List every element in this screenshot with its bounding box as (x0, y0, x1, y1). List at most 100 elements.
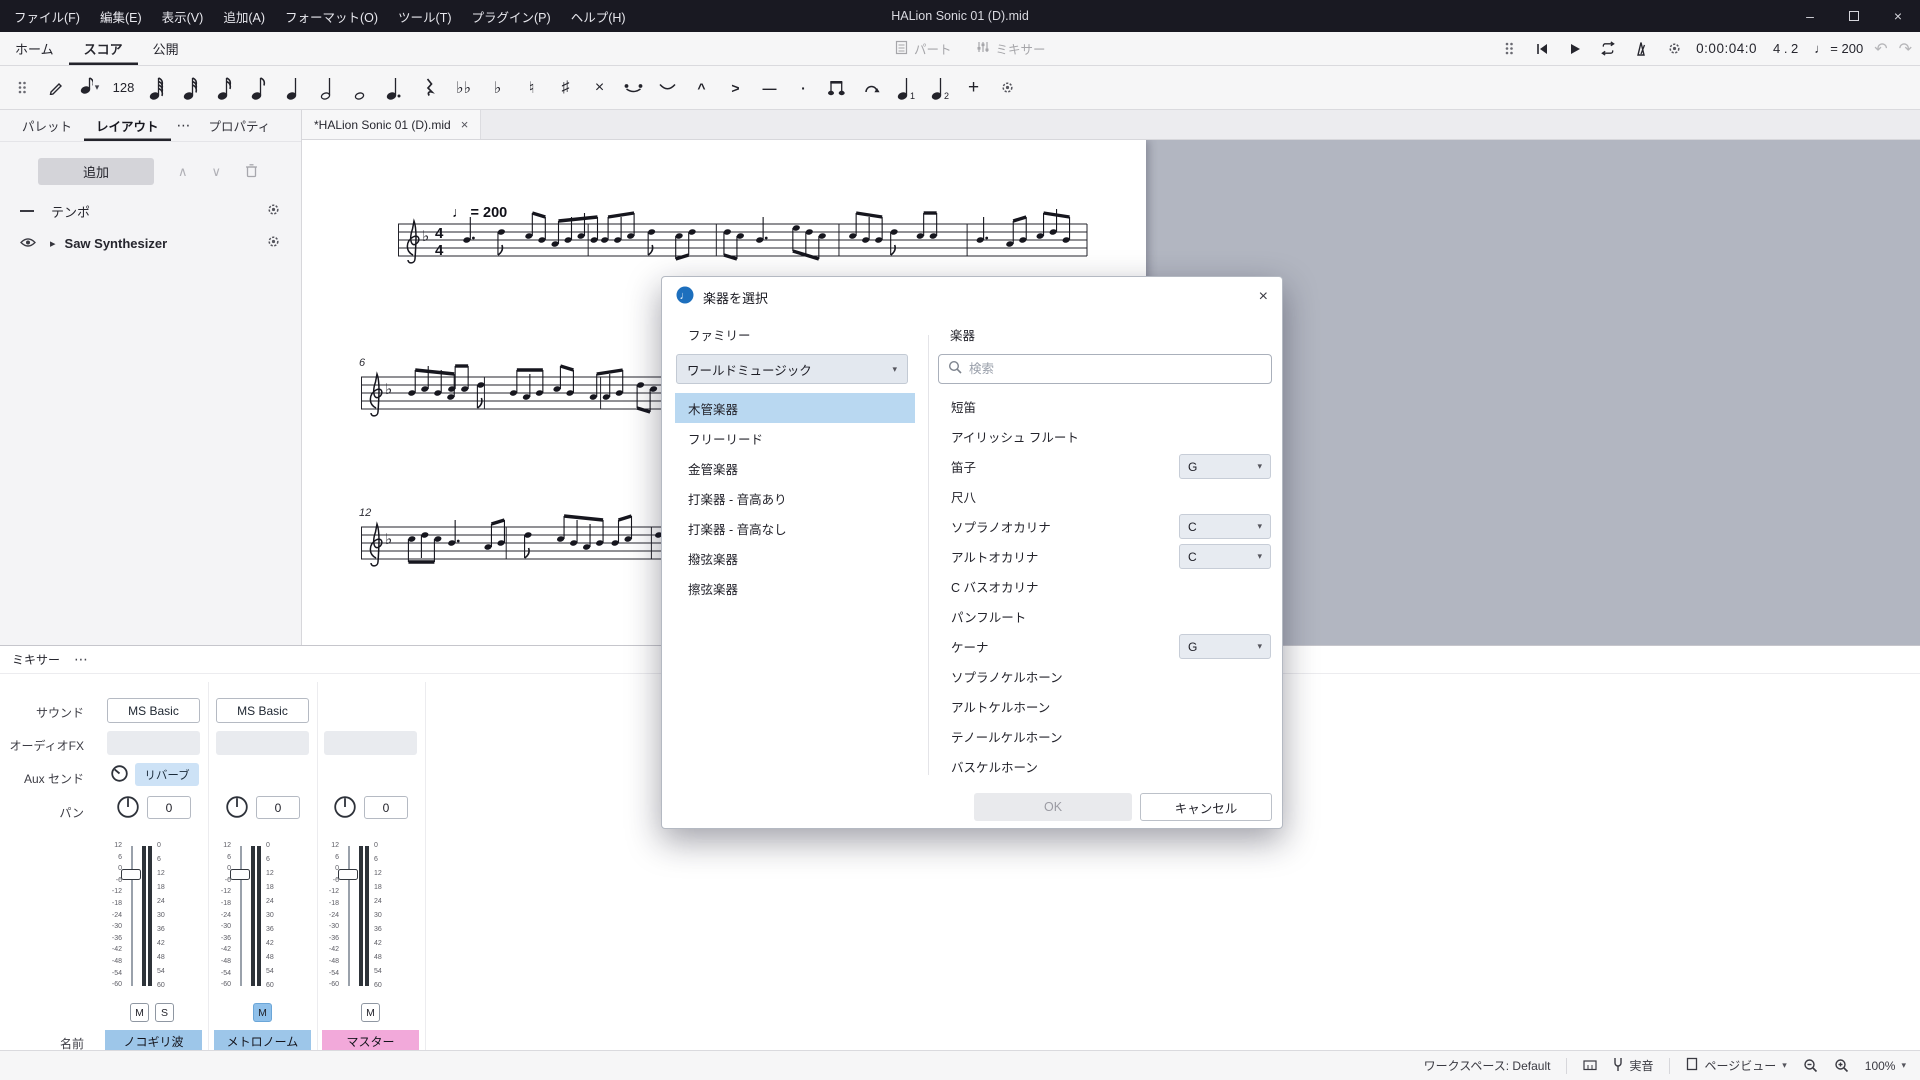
tie-button[interactable] (620, 73, 647, 103)
menu-item[interactable]: 追加(A) (213, 0, 275, 32)
volume-fader-handle[interactable] (121, 869, 141, 880)
aux-send-button[interactable]: リバーブ (135, 763, 199, 786)
menu-item[interactable]: ツール(T) (388, 0, 461, 32)
augmentation-dot-button[interactable] (382, 73, 409, 103)
duration-quarter-button[interactable] (280, 73, 307, 103)
document-tab[interactable]: *HALion Sonic 01 (D).mid × (302, 110, 481, 139)
duration-half-button[interactable] (314, 73, 341, 103)
volume-fader-handle[interactable] (338, 869, 358, 880)
instrument-item[interactable]: アルトケルホーン (938, 691, 1272, 721)
duration-128th-button[interactable]: 128 (110, 73, 137, 103)
pan-value-field[interactable]: 0 (147, 796, 191, 819)
add-layout-button[interactable]: 追加 (38, 158, 154, 185)
duration-whole-button[interactable] (348, 73, 375, 103)
rest-button[interactable] (416, 73, 443, 103)
toolbar-drag-handle[interactable] (1498, 38, 1520, 60)
pan-value-field[interactable]: 0 (256, 796, 300, 819)
tab-palette[interactable]: パレット (10, 110, 84, 141)
channel-name-tag[interactable]: メトロノーム (214, 1030, 311, 1052)
panel-more-button[interactable]: ⋯ (171, 110, 197, 141)
tab-close-icon[interactable]: × (461, 117, 469, 132)
close-button[interactable]: × (1876, 0, 1920, 32)
family-item[interactable]: 木管楽器 (675, 393, 915, 423)
audio-fx-field[interactable] (216, 731, 309, 755)
tab-layout[interactable]: レイアウト (84, 110, 171, 141)
play-button[interactable] (1564, 38, 1586, 60)
aux-send-knob[interactable] (110, 764, 129, 788)
minimize-button[interactable]: – (1788, 0, 1832, 32)
menu-item[interactable]: プラグイン(P) (462, 0, 561, 32)
flat-button[interactable]: ♭ (484, 73, 511, 103)
marcato-button[interactable]: ^ (688, 73, 715, 103)
tab-home[interactable]: ホーム (0, 32, 69, 65)
family-item[interactable]: フリーリード (675, 423, 915, 453)
pan-value-field[interactable]: 0 (364, 796, 408, 819)
menu-item[interactable]: 表示(V) (152, 0, 214, 32)
tempo-display[interactable]: ♩= 200 (1814, 41, 1863, 56)
layout-item-instrument[interactable]: ▸ Saw Synthesizer (0, 227, 301, 259)
family-item[interactable]: 撥弦楽器 (675, 543, 915, 573)
search-input[interactable] (969, 362, 1262, 376)
instrument-item[interactable]: パンフルート (938, 601, 1272, 631)
settings-gear-icon[interactable] (266, 234, 281, 252)
staccato-button[interactable]: · (790, 73, 817, 103)
volume-fader-track[interactable] (240, 846, 242, 986)
mixer-toggle-button[interactable]: ミキサー (976, 39, 1046, 58)
zoom-out-button[interactable] (1803, 1058, 1818, 1073)
move-up-button[interactable]: ∧ (178, 164, 188, 180)
sharp-button[interactable]: ♯ (552, 73, 579, 103)
volume-fader-handle[interactable] (230, 869, 250, 880)
duration-64th-button[interactable] (144, 73, 171, 103)
ok-button[interactable]: OK (974, 793, 1132, 821)
delete-button[interactable] (245, 163, 258, 181)
instrument-item[interactable]: ケーナG▾ (938, 631, 1272, 661)
tab-properties[interactable]: プロパティ (197, 110, 283, 141)
volume-fader-track[interactable] (348, 846, 350, 986)
voice-2-button[interactable]: 2 (926, 73, 953, 103)
transposition-select[interactable]: C▾ (1179, 544, 1271, 569)
slur-button[interactable] (654, 73, 681, 103)
duration-32nd-button[interactable] (178, 73, 205, 103)
family-item[interactable]: 打楽器 - 音高あり (675, 483, 915, 513)
sound-select-button[interactable]: MS Basic (216, 698, 309, 723)
menu-item[interactable]: ヘルプ(H) (561, 0, 636, 32)
instrument-item[interactable]: アイリッシュ フルート (938, 421, 1272, 451)
maximize-button[interactable] (1832, 0, 1876, 32)
note-input-mode-button[interactable]: ▾ (76, 73, 103, 103)
instrument-item[interactable]: 笛子G▾ (938, 451, 1272, 481)
move-down-button[interactable]: ∨ (212, 164, 222, 180)
sound-select-button[interactable]: MS Basic (107, 698, 200, 723)
zoom-in-button[interactable] (1834, 1058, 1849, 1073)
metronome-button[interactable] (1630, 38, 1652, 60)
transposition-select[interactable]: C▾ (1179, 514, 1271, 539)
instrument-item[interactable]: テノールケルホーン (938, 721, 1272, 751)
rewind-button[interactable] (1531, 38, 1553, 60)
tab-publish[interactable]: 公開 (138, 32, 194, 65)
concert-pitch-toggle[interactable]: 実音 (1613, 1057, 1653, 1074)
redo-button[interactable]: ↷ (1899, 39, 1912, 59)
pan-knob[interactable] (116, 795, 140, 824)
workspace-selector[interactable]: ワークスペース: Default (1424, 1057, 1551, 1074)
instrument-item[interactable]: 短笛 (938, 391, 1272, 421)
solo-button[interactable]: S (155, 1003, 174, 1022)
tuplet-button[interactable] (824, 73, 851, 103)
double-flat-button[interactable]: ♭♭ (450, 73, 477, 103)
family-item[interactable]: 金管楽器 (675, 453, 915, 483)
layout-item-tempo[interactable]: テンポ (0, 195, 301, 227)
tenuto-button[interactable]: — (756, 73, 783, 103)
instrument-item[interactable]: アルトオカリナC▾ (938, 541, 1272, 571)
customize-toolbar-button[interactable] (994, 73, 1021, 103)
settings-gear-icon[interactable] (266, 202, 281, 220)
instrument-item[interactable]: 尺八 (938, 481, 1272, 511)
visibility-eye-icon[interactable] (20, 236, 36, 251)
undo-button[interactable]: ↶ (1874, 39, 1887, 59)
audio-fx-field[interactable] (324, 731, 417, 755)
view-mode-selector[interactable]: ページビュー▾ (1686, 1057, 1786, 1074)
accent-button[interactable]: > (722, 73, 749, 103)
duration-8th-button[interactable] (246, 73, 273, 103)
flip-direction-button[interactable] (858, 73, 885, 103)
zoom-level-selector[interactable]: 100%▾ (1865, 1059, 1906, 1073)
instrument-item[interactable]: バスケルホーン (938, 751, 1272, 781)
expand-arrow-icon[interactable]: ▸ (50, 237, 56, 250)
add-palette-button[interactable]: + (960, 73, 987, 103)
